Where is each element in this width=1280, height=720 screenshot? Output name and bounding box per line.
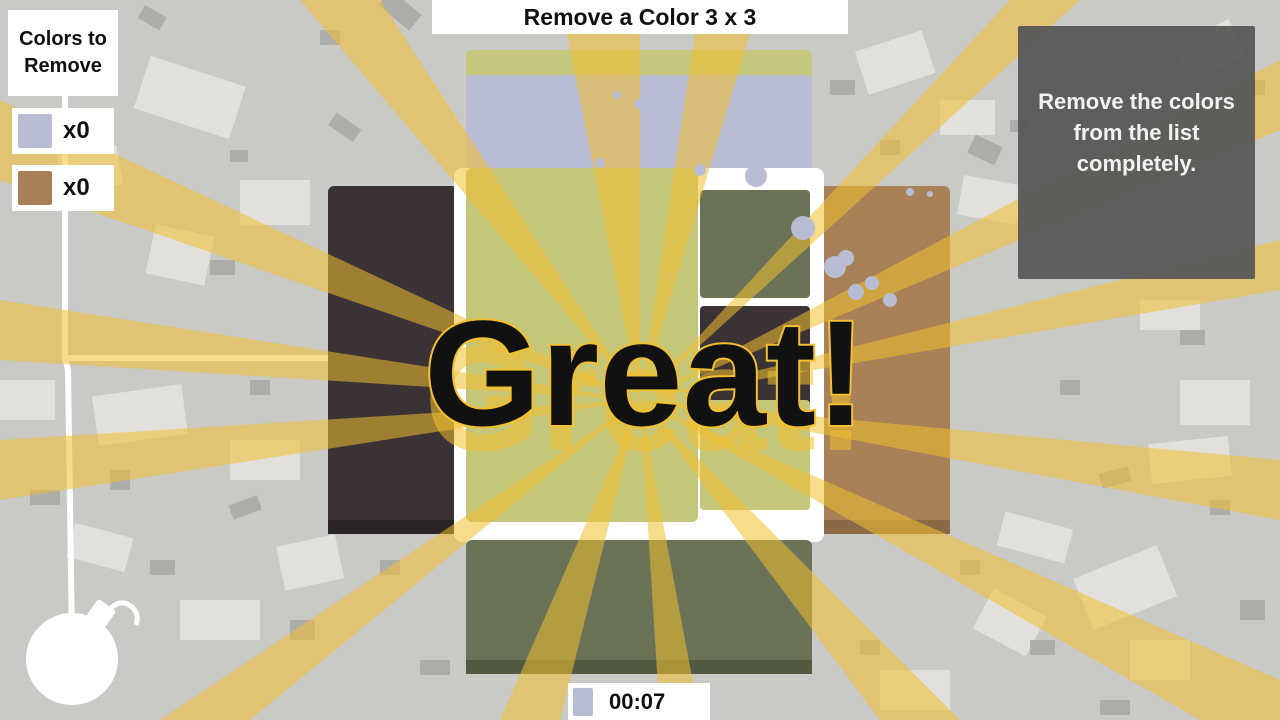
color-remove-item: x0	[12, 108, 114, 154]
hint-panel: Remove the colors from the list complete…	[1018, 26, 1255, 279]
color-remove-count: x0	[63, 117, 90, 144]
colors-to-remove-heading: Colors to Remove	[8, 10, 118, 96]
timer-text: 00:07	[609, 688, 666, 714]
timer-panel: 00:07	[568, 683, 710, 720]
level-title: Remove a Color 3 x 3	[432, 0, 848, 34]
timer-swatch	[573, 687, 593, 716]
hint-text: Remove the colors from the list complete…	[1038, 89, 1235, 176]
color-remove-item: x0	[12, 165, 114, 211]
brown-swatch	[18, 171, 52, 205]
lavender-swatch	[18, 114, 52, 148]
bomb-icon[interactable]	[20, 595, 150, 720]
color-remove-count: x0	[63, 174, 90, 201]
